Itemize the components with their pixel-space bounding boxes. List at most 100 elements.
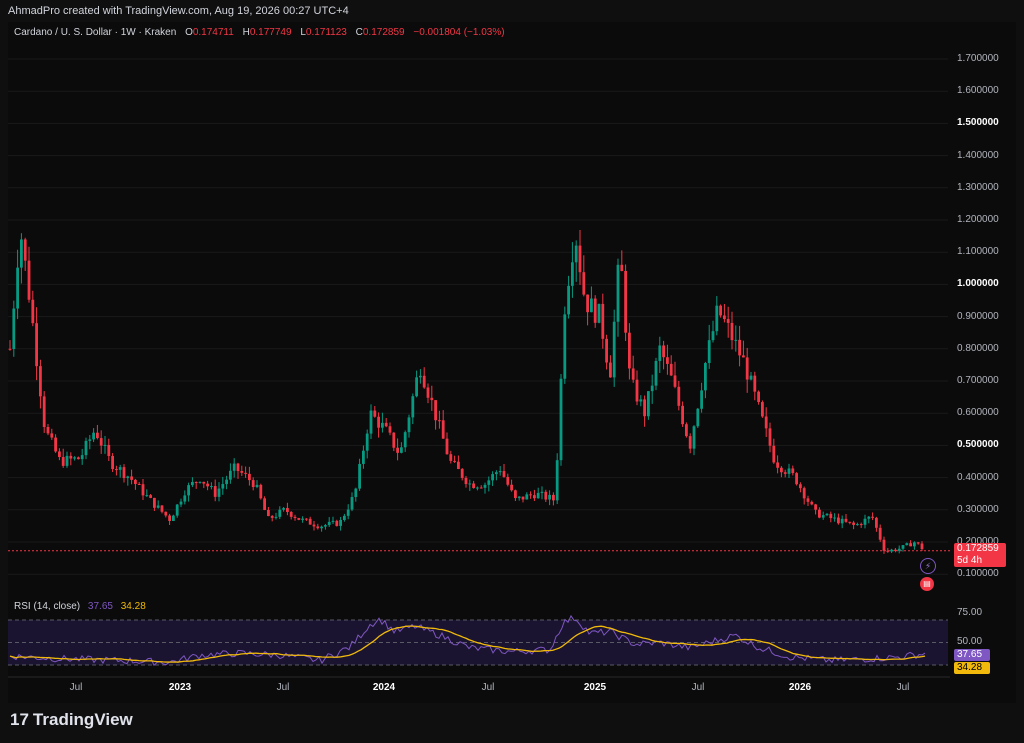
candle-body bbox=[837, 517, 840, 524]
candle-body bbox=[544, 491, 548, 500]
candle-body bbox=[99, 438, 103, 446]
rsi-value-badge: 37.65 bbox=[954, 649, 990, 661]
candle-body bbox=[574, 245, 578, 263]
candle-body bbox=[704, 363, 707, 391]
candle-body bbox=[115, 469, 118, 471]
candle-body bbox=[65, 455, 69, 466]
candle-body bbox=[141, 484, 145, 496]
candle-body bbox=[620, 264, 624, 271]
candle-body bbox=[96, 432, 99, 439]
time-tick-label: 2024 bbox=[372, 682, 396, 693]
candle-body bbox=[297, 518, 301, 520]
candle-body bbox=[863, 518, 867, 525]
candle-body bbox=[411, 396, 415, 418]
candle-body bbox=[639, 399, 643, 402]
candle-body bbox=[707, 340, 711, 364]
candle-body bbox=[844, 518, 848, 522]
candle-body bbox=[46, 427, 50, 434]
candle-body bbox=[681, 405, 684, 425]
candle-body bbox=[403, 432, 407, 448]
candle-body bbox=[23, 239, 27, 261]
candle-body bbox=[179, 501, 183, 505]
candle-body bbox=[916, 542, 920, 544]
price-tick-label: 0.800000 bbox=[957, 342, 999, 354]
price-tick-label: 1.700000 bbox=[957, 53, 999, 64]
open-value: 0.174711 bbox=[192, 27, 234, 38]
candle-body bbox=[749, 375, 753, 380]
candle-body bbox=[259, 484, 263, 499]
candle-body bbox=[240, 471, 244, 473]
candle-body bbox=[145, 495, 149, 497]
candle-body bbox=[255, 484, 259, 488]
candle-body bbox=[814, 504, 817, 510]
rsi-title[interactable]: RSI (14, close) bbox=[14, 601, 80, 612]
candle-body bbox=[616, 264, 620, 322]
candle-body bbox=[362, 450, 365, 464]
symbol-legend[interactable]: Cardano / U. S. Dollar · 1W · Kraken O0.… bbox=[14, 27, 505, 38]
symbol-name[interactable]: Cardano / U. S. Dollar · 1W · Kraken bbox=[14, 27, 176, 38]
candle-body bbox=[16, 267, 19, 309]
candle-body bbox=[274, 516, 278, 518]
candle-body bbox=[221, 484, 225, 489]
candle-body bbox=[388, 426, 392, 433]
candle-body bbox=[80, 455, 84, 460]
us-flag-icon[interactable]: ▤ bbox=[920, 577, 934, 591]
candle-body bbox=[445, 438, 449, 455]
candle-body bbox=[103, 444, 107, 446]
time-tick-label: 2026 bbox=[788, 682, 812, 693]
candle-body bbox=[400, 447, 403, 453]
candle-body bbox=[422, 375, 426, 388]
price-tick-label: 1.000000 bbox=[957, 278, 999, 290]
time-tick-label: Jul bbox=[896, 682, 910, 693]
candle-body bbox=[533, 495, 536, 499]
candle-body bbox=[654, 360, 658, 386]
last-price-badge: 0.172859 5d 4h bbox=[954, 543, 1006, 567]
candle-body bbox=[502, 471, 506, 477]
candle-body bbox=[168, 515, 171, 521]
candle-body bbox=[122, 467, 126, 479]
candle-body bbox=[886, 550, 890, 552]
candle-body bbox=[39, 366, 42, 397]
candle-body bbox=[506, 476, 510, 485]
candle-body bbox=[871, 516, 874, 518]
candle-body bbox=[635, 379, 639, 402]
price-tick-label: 0.700000 bbox=[957, 375, 999, 386]
candle-body bbox=[202, 481, 206, 484]
candle-body bbox=[476, 487, 479, 489]
rsi-legend[interactable]: RSI (14, close) 37.65 34.28 bbox=[14, 601, 146, 612]
rsi-value: 37.65 bbox=[87, 601, 113, 612]
time-tick-label: 2025 bbox=[583, 682, 607, 693]
candle-body bbox=[354, 488, 358, 498]
candle-body bbox=[692, 426, 696, 449]
candle-body bbox=[320, 526, 323, 529]
candle-body bbox=[324, 525, 327, 527]
candle-body bbox=[316, 526, 320, 529]
candle-body bbox=[859, 524, 863, 526]
candle-body bbox=[597, 303, 601, 323]
last-price-value: 0.172859 bbox=[957, 543, 999, 554]
candle-body bbox=[312, 524, 316, 527]
rsi-ma-badge: 34.28 bbox=[954, 662, 990, 674]
candle-body bbox=[696, 408, 700, 427]
price-tick-label: 1.200000 bbox=[957, 214, 999, 225]
candle-body bbox=[339, 520, 342, 526]
candle-body bbox=[563, 314, 567, 379]
price-chart[interactable] bbox=[0, 0, 1024, 743]
tradingview-logo-text: TradingView bbox=[32, 710, 133, 729]
candle-body bbox=[601, 303, 605, 339]
lightning-icon[interactable]: ⚡ bbox=[920, 558, 936, 574]
candle-body bbox=[776, 462, 779, 468]
candle-body bbox=[187, 485, 190, 496]
tradingview-logo[interactable]: 17 TradingView bbox=[10, 710, 133, 730]
price-tick-label: 1.100000 bbox=[957, 246, 999, 258]
candle-body bbox=[609, 362, 612, 378]
candle-body bbox=[491, 474, 494, 481]
candle-body bbox=[540, 491, 544, 493]
candle-body bbox=[392, 432, 396, 448]
candle-body bbox=[715, 305, 719, 332]
candle-body bbox=[825, 513, 829, 516]
candle-body bbox=[134, 479, 137, 484]
candle-body bbox=[521, 496, 525, 500]
price-tick-label: 0.300000 bbox=[957, 503, 999, 515]
candle-body bbox=[662, 345, 665, 358]
